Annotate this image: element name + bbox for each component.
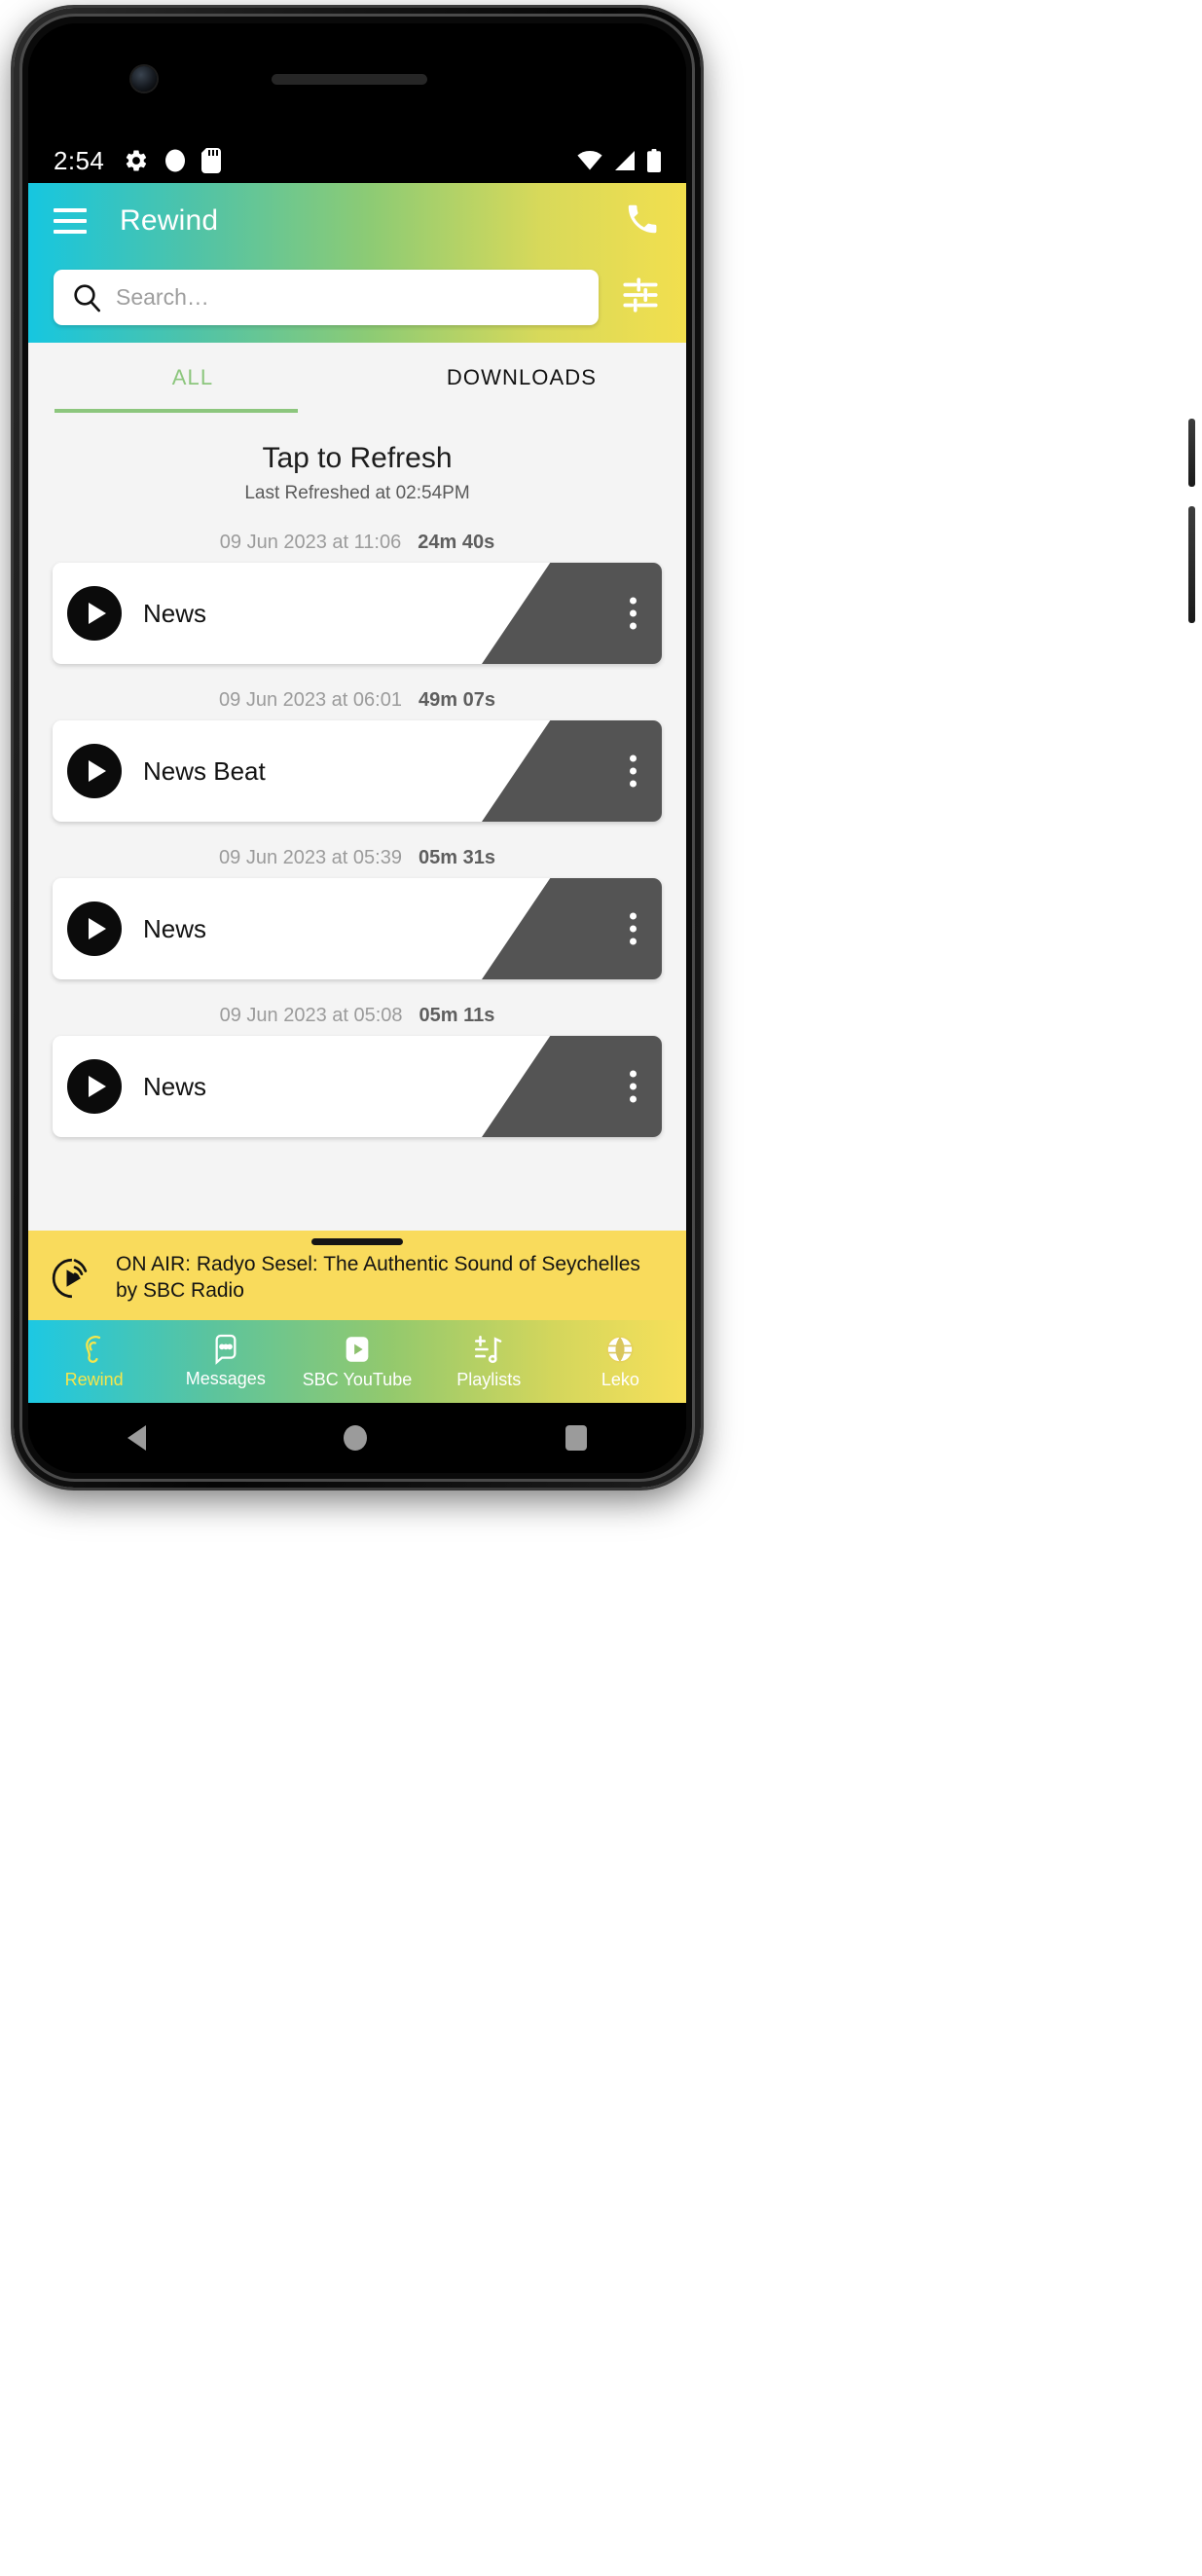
episode-date: 09 Jun 2023 at 11:06 (219, 532, 402, 553)
tap-to-refresh-label: Tap to Refresh (262, 442, 453, 474)
episode-meta: 09 Jun 2023 at 11:06 24m 40s (28, 526, 686, 563)
episode-entry: 09 Jun 2023 at 05:08 05m 11s News (28, 999, 686, 1137)
overflow-menu-icon[interactable] (630, 912, 637, 945)
nav-item-leko[interactable]: Leko (555, 1333, 686, 1390)
content-area: ALL DOWNLOADS Tap to Refresh Last Refres… (28, 343, 686, 1231)
home-circle-icon[interactable] (344, 1425, 368, 1451)
episode-meta: 09 Jun 2023 at 05:08 05m 11s (28, 999, 686, 1036)
nav-label-leko: Leko (601, 1370, 639, 1389)
episode-duration: 05m 31s (418, 847, 495, 868)
now-playing-line1: ON AIR: Radyo Sesel: The Authentic Sound… (116, 1253, 640, 1275)
episode-meta: 09 Jun 2023 at 06:01 49m 07s (28, 683, 686, 720)
search-input[interactable] (116, 283, 581, 311)
episode-date: 09 Jun 2023 at 05:08 (219, 1005, 403, 1026)
nav-label-playlists: Playlists (456, 1370, 522, 1389)
tab-all[interactable]: ALL (28, 343, 357, 413)
back-triangle-icon[interactable] (127, 1425, 146, 1451)
device-top-bezel (28, 23, 686, 138)
hamburger-menu-icon[interactable] (54, 208, 87, 234)
play-button[interactable] (67, 902, 122, 956)
front-camera-icon (131, 66, 157, 92)
episode-date: 09 Jun 2023 at 06:01 (219, 689, 402, 711)
page-title: Rewind (120, 204, 219, 237)
app-bar-top-row: Rewind (28, 183, 686, 259)
episode-title: News (143, 598, 207, 628)
play-rect-icon (341, 1333, 374, 1366)
globe-icon (603, 1333, 637, 1366)
phone-screen: 2:54 Rewind Search… ALL DOWNLOADS Tap to… (28, 23, 686, 1473)
nav-item-sbc-youtube[interactable]: SBC YouTube (291, 1333, 422, 1390)
overflow-menu-icon[interactable] (630, 597, 637, 630)
status-bar: 2:54 (28, 138, 686, 183)
message-bubble-icon (210, 1334, 241, 1365)
nav-item-messages[interactable]: Messages (160, 1334, 291, 1389)
now-playing-text: ON AIR: Radyo Sesel: The Authentic Sound… (116, 1252, 640, 1305)
last-refreshed-label: Last Refreshed at 02:54PM (244, 483, 470, 503)
gear-icon (124, 148, 149, 173)
episode-card[interactable]: News (53, 878, 662, 979)
earpiece-speaker (272, 74, 427, 85)
episode-duration: 49m 07s (418, 689, 495, 711)
volume-button[interactable] (1188, 506, 1195, 623)
nav-label-rewind: Rewind (64, 1370, 124, 1389)
episode-card[interactable]: News Beat (53, 720, 662, 822)
phone-icon[interactable] (624, 201, 661, 242)
app-bar: Rewind (28, 183, 686, 343)
status-bar-system-icons (577, 149, 661, 172)
play-button[interactable] (67, 744, 122, 798)
status-bar-clock: 2:54 (54, 145, 105, 175)
episode-title: News (143, 1071, 207, 1101)
android-system-nav (28, 1403, 686, 1473)
episode-title: News Beat (143, 755, 266, 786)
episode-title: News (143, 913, 207, 943)
nav-item-rewind[interactable]: Rewind (28, 1333, 160, 1390)
signal-icon (613, 151, 637, 170)
episode-date: 09 Jun 2023 at 05:39 (219, 847, 402, 868)
tab-bar: ALL DOWNLOADS (28, 343, 686, 413)
search-box[interactable] (54, 269, 599, 325)
overflow-menu-icon[interactable] (630, 754, 637, 788)
episode-entry: 09 Jun 2023 at 11:06 24m 40s News (28, 526, 686, 664)
search-icon (71, 281, 102, 313)
now-playing-banner[interactable]: ON AIR: Radyo Sesel: The Authentic Sound… (28, 1231, 686, 1320)
screenshot-root: 2:54 Rewind Search… ALL DOWNLOADS Tap to… (0, 0, 1202, 2576)
battery-icon (647, 149, 661, 172)
broadcast-play-icon (50, 1254, 98, 1303)
playlist-add-icon (472, 1333, 505, 1366)
episode-entry: 09 Jun 2023 at 05:39 05m 31s News (28, 841, 686, 979)
bottom-navigation-bar: Rewind Messages SBC YouTube Playlists Le… (28, 1320, 686, 1403)
wifi-icon (577, 151, 602, 170)
circle-icon (164, 149, 186, 172)
nav-item-playlists[interactable]: Playlists (423, 1333, 555, 1390)
episode-card[interactable]: News (53, 563, 662, 664)
episode-duration: 24m 40s (418, 532, 495, 553)
ear-icon (78, 1333, 111, 1366)
tab-active-indicator (55, 409, 298, 413)
refresh-section[interactable]: Tap to Refresh Last Refreshed at 02:54PM (28, 413, 686, 504)
nav-label-sbc-youtube: SBC YouTube (302, 1370, 413, 1389)
search-row (28, 259, 686, 335)
episode-duration: 05m 11s (419, 1005, 495, 1026)
episode-list: 09 Jun 2023 at 11:06 24m 40s News 09 Jun… (28, 526, 686, 1137)
episode-entry: 09 Jun 2023 at 06:01 49m 07s News Beat (28, 683, 686, 822)
play-button[interactable] (67, 586, 122, 641)
power-button[interactable] (1188, 419, 1195, 487)
drag-handle[interactable] (311, 1238, 403, 1245)
tab-downloads[interactable]: DOWNLOADS (357, 343, 686, 413)
nav-label-messages: Messages (185, 1369, 266, 1388)
episode-meta: 09 Jun 2023 at 05:39 05m 31s (28, 841, 686, 878)
status-bar-notification-icons (124, 148, 222, 173)
now-playing-row: ON AIR: Radyo Sesel: The Authentic Sound… (50, 1252, 665, 1305)
episode-card[interactable]: News (53, 1036, 662, 1137)
now-playing-line2: by SBC Radio (116, 1278, 244, 1302)
sd-card-icon (201, 148, 222, 173)
overflow-menu-icon[interactable] (630, 1070, 637, 1103)
tune-icon[interactable] (620, 275, 661, 320)
play-button[interactable] (67, 1059, 122, 1114)
recents-square-icon[interactable] (565, 1425, 588, 1451)
